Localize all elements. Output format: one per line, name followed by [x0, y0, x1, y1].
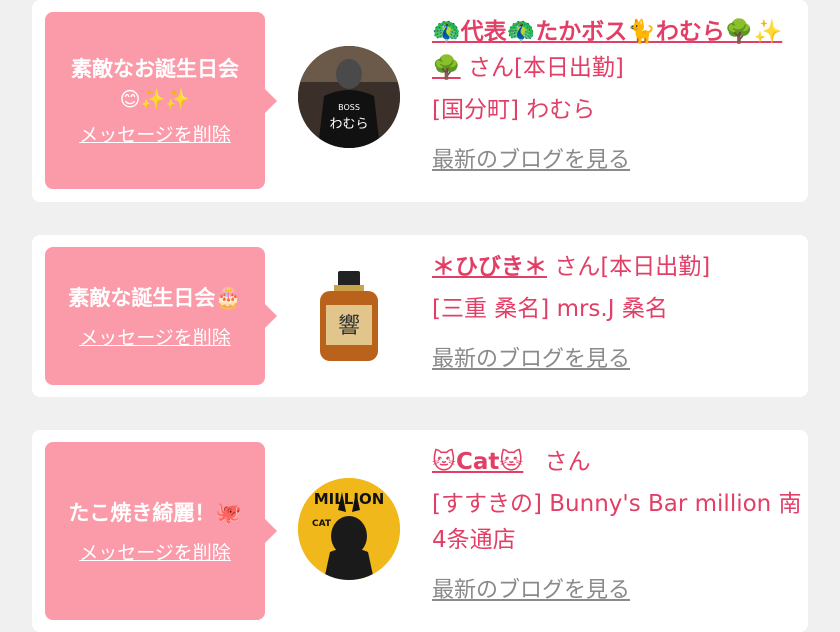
avatar-image: BOSS わむら — [298, 46, 400, 148]
latest-blog-link[interactable]: 最新のブログを見る — [432, 341, 630, 373]
cast-name-link[interactable]: 🐱Cat🐱 — [432, 449, 523, 475]
message-bubble: 素敵な誕生日会🎂 メッセージを削除 — [45, 247, 277, 385]
avatar-image: 響 — [298, 265, 400, 367]
cast-info: 🐱Cat🐱 さん [すすきの] Bunny's Bar million 南4条通… — [432, 444, 802, 604]
notification-card: 素敵な誕生日会🎂 メッセージを削除 響 ＊ひびき＊ さん[本日出勤] [三重 桑… — [32, 235, 808, 397]
message-bubble: たこ焼き綺麗！🐙 メッセージを削除 — [45, 442, 277, 620]
avatar[interactable]: MILLION CAT — [298, 478, 400, 580]
cast-name-link[interactable]: ＊ひびき＊ — [432, 254, 547, 280]
delete-message-link[interactable]: メッセージを削除 — [79, 538, 231, 565]
avatar[interactable]: BOSS わむら — [298, 46, 400, 148]
cast-name-line: ＊ひびき＊ さん[本日出勤] — [432, 249, 802, 285]
message-title: 素敵なお誕生日会 — [71, 57, 239, 81]
latest-blog-link[interactable]: 最新のブログを見る — [432, 142, 630, 174]
avatar-text-2: CAT — [312, 519, 332, 529]
avatar[interactable]: 響 — [298, 265, 400, 367]
notification-card: 素敵なお誕生日会 😊✨✨ メッセージを削除 BOSS わむら 🦚代表🦚たかボス🐈… — [32, 0, 808, 202]
avatar-image: MILLION CAT — [298, 478, 400, 580]
san-label: さん — [544, 449, 591, 475]
shop-label: [すすきの] Bunny's Bar million 南4条通店 — [432, 491, 802, 553]
avatar-text: MILLION — [314, 490, 385, 508]
san-label: さん[本日出勤] — [554, 254, 711, 280]
message-title: たこ焼き綺麗！🐙 — [68, 500, 242, 525]
delete-message-link[interactable]: メッセージを削除 — [79, 323, 231, 350]
san-label: さん[本日出勤] — [467, 55, 624, 81]
shop-label: [三重 桑名] mrs.J 桑名 — [432, 296, 668, 322]
notification-card: たこ焼き綺麗！🐙 メッセージを削除 MILLION CAT 🐱Cat🐱 さん [… — [32, 430, 808, 632]
latest-blog-link[interactable]: 最新のブログを見る — [432, 572, 630, 604]
message-emoji: 😊✨✨ — [119, 87, 191, 111]
message-title: 素敵な誕生日会🎂 — [68, 285, 242, 310]
avatar-text-2: わむら — [329, 117, 368, 132]
cast-name-line: 🦚代表🦚たかボス🐈わむら🌳✨🌳 さん[本日出勤] — [432, 14, 802, 86]
avatar-text: BOSS — [338, 103, 360, 112]
cast-info: ＊ひびき＊ さん[本日出勤] [三重 桑名] mrs.J 桑名 最新のブログを見… — [432, 249, 802, 373]
delete-message-link[interactable]: メッセージを削除 — [79, 120, 231, 147]
shop-label: [国分町] わむら — [432, 97, 596, 123]
cast-name-line: 🐱Cat🐱 さん — [432, 444, 802, 480]
cast-info: 🦚代表🦚たかボス🐈わむら🌳✨🌳 さん[本日出勤] [国分町] わむら 最新のブロ… — [432, 14, 802, 174]
message-bubble: 素敵なお誕生日会 😊✨✨ メッセージを削除 — [45, 12, 277, 189]
avatar-text: 響 — [338, 314, 360, 339]
